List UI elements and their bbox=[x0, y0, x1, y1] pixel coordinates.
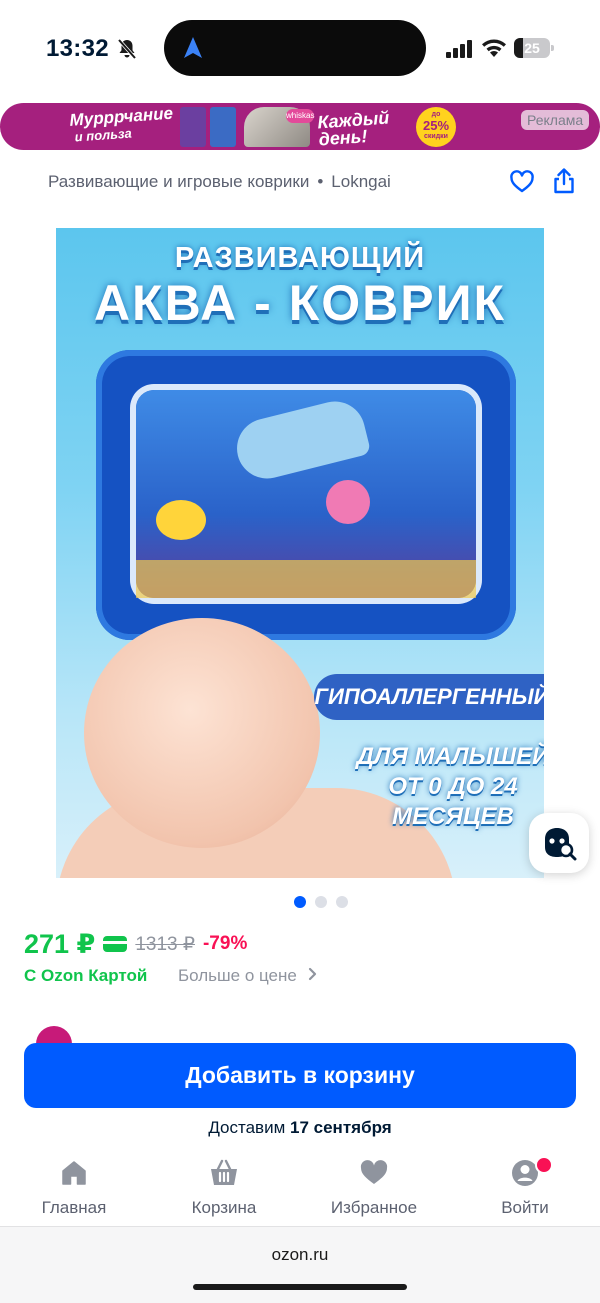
ad-banner[interactable]: Мурррчание и польза whiskas Каждый день!… bbox=[0, 103, 600, 150]
ad-label: Реклама bbox=[521, 110, 590, 130]
tab-home[interactable]: Главная bbox=[14, 1158, 134, 1218]
price-discount: -79% bbox=[202, 933, 248, 954]
price-row: 271 ₽ 1313 ₽ -79% bbox=[24, 928, 247, 960]
image-badge-age: ДЛЯ МАЛЫШЕЙ ОТ 0 ДО 24 МЕСЯЦЕВ bbox=[356, 742, 544, 832]
octopus-illustration bbox=[326, 480, 370, 524]
browser-url[interactable]: ozon.ru bbox=[0, 1245, 600, 1265]
visual-search-icon bbox=[545, 828, 577, 861]
breadcrumb-category-link[interactable]: Развивающие и игровые коврики bbox=[48, 172, 309, 191]
share-icon[interactable] bbox=[552, 168, 576, 194]
price-old: 1313 ₽ bbox=[135, 933, 195, 955]
breadcrumb-brand-link[interactable]: Lokngai bbox=[331, 172, 391, 191]
ad-product-pack-image bbox=[210, 107, 236, 147]
home-icon bbox=[62, 1161, 86, 1185]
image-title-line1: РАЗВИВАЮЩИЙ bbox=[174, 242, 426, 274]
notification-dot bbox=[535, 1156, 553, 1174]
battery-percent: 25 bbox=[524, 40, 540, 56]
ad-discount-badge: до 25% скидки bbox=[416, 107, 456, 147]
cellular-signal-icon bbox=[446, 40, 472, 58]
more-about-price-label: Больше о цене bbox=[178, 966, 297, 985]
delivery-info: Доставим 17 сентября bbox=[0, 1118, 600, 1138]
dynamic-island bbox=[164, 20, 426, 76]
more-about-price-link[interactable]: Больше о цене bbox=[178, 966, 317, 986]
image-title-line2: АКВА - КОВРИК bbox=[93, 275, 507, 331]
tab-favorites[interactable]: Избранное bbox=[314, 1158, 434, 1218]
ad-discount-value: 25% bbox=[422, 118, 450, 133]
chevron-right-icon bbox=[308, 967, 316, 981]
image-badge-age-line3: МЕСЯЦЕВ bbox=[392, 803, 514, 830]
ad-offer-text: Каждый день! bbox=[316, 107, 390, 150]
tab-favorites-label: Избранное bbox=[330, 1198, 418, 1217]
tab-login[interactable]: Войти bbox=[465, 1158, 585, 1218]
dolphin-illustration bbox=[230, 395, 372, 485]
favorite-heart-icon[interactable] bbox=[509, 169, 535, 195]
tab-cart[interactable]: Корзина bbox=[164, 1158, 284, 1218]
image-badge-hypoallergenic: ГИПОАЛЛЕРГЕННЫЙ bbox=[314, 674, 544, 720]
aqua-mat-illustration bbox=[96, 350, 516, 640]
bell-slash-icon bbox=[117, 38, 137, 60]
home-indicator[interactable] bbox=[193, 1284, 407, 1290]
breadcrumb: Развивающие и игровые коврики • Lokngai bbox=[48, 172, 391, 192]
product-image[interactable]: РАЗВИВАЮЩИЙ АКВА - КОВРИК ГИПОАЛЛЕРГЕННЫ… bbox=[56, 228, 544, 878]
price-current: 271 ₽ bbox=[24, 928, 96, 959]
carousel-dots[interactable] bbox=[294, 896, 348, 908]
tab-home-label: Главная bbox=[41, 1198, 107, 1217]
ozon-card-icon bbox=[103, 936, 128, 952]
location-arrow-icon bbox=[184, 37, 202, 58]
wifi-icon bbox=[482, 39, 506, 57]
baby-head-illustration bbox=[84, 618, 320, 848]
status-time: 13:32 bbox=[46, 35, 109, 62]
carousel-dot[interactable] bbox=[315, 896, 327, 908]
mat-water-area bbox=[136, 390, 476, 598]
ozon-card-label: С Ozon Картой bbox=[24, 966, 148, 985]
delivery-date: 17 сентября bbox=[290, 1118, 392, 1137]
basket-icon bbox=[211, 1159, 237, 1185]
delivery-prefix: Доставим bbox=[208, 1118, 286, 1137]
carousel-dot[interactable] bbox=[294, 896, 306, 908]
carousel-dot[interactable] bbox=[336, 896, 348, 908]
heart-icon bbox=[360, 1160, 388, 1184]
battery-icon: 25 bbox=[514, 38, 554, 58]
breadcrumb-separator: • bbox=[317, 172, 324, 191]
visual-search-button[interactable] bbox=[529, 813, 589, 873]
fish-illustration bbox=[156, 500, 206, 540]
image-badge-age-line2: ОТ 0 ДО 24 bbox=[388, 773, 518, 800]
status-bar: 13:32 25 bbox=[0, 0, 600, 96]
tab-login-label: Войти bbox=[501, 1198, 549, 1217]
image-badge-age-line1: ДЛЯ МАЛЫШЕЙ bbox=[356, 743, 544, 770]
add-to-cart-button[interactable]: Добавить в корзину bbox=[24, 1043, 576, 1108]
ad-tagline: Мурррчание и польза bbox=[69, 104, 181, 146]
sand-illustration bbox=[136, 560, 476, 598]
ad-product-pack-image bbox=[180, 107, 206, 147]
ad-brand-logo: whiskas bbox=[286, 109, 314, 123]
tab-cart-label: Корзина bbox=[191, 1198, 257, 1217]
ad-discount-post: скидки bbox=[424, 133, 448, 140]
